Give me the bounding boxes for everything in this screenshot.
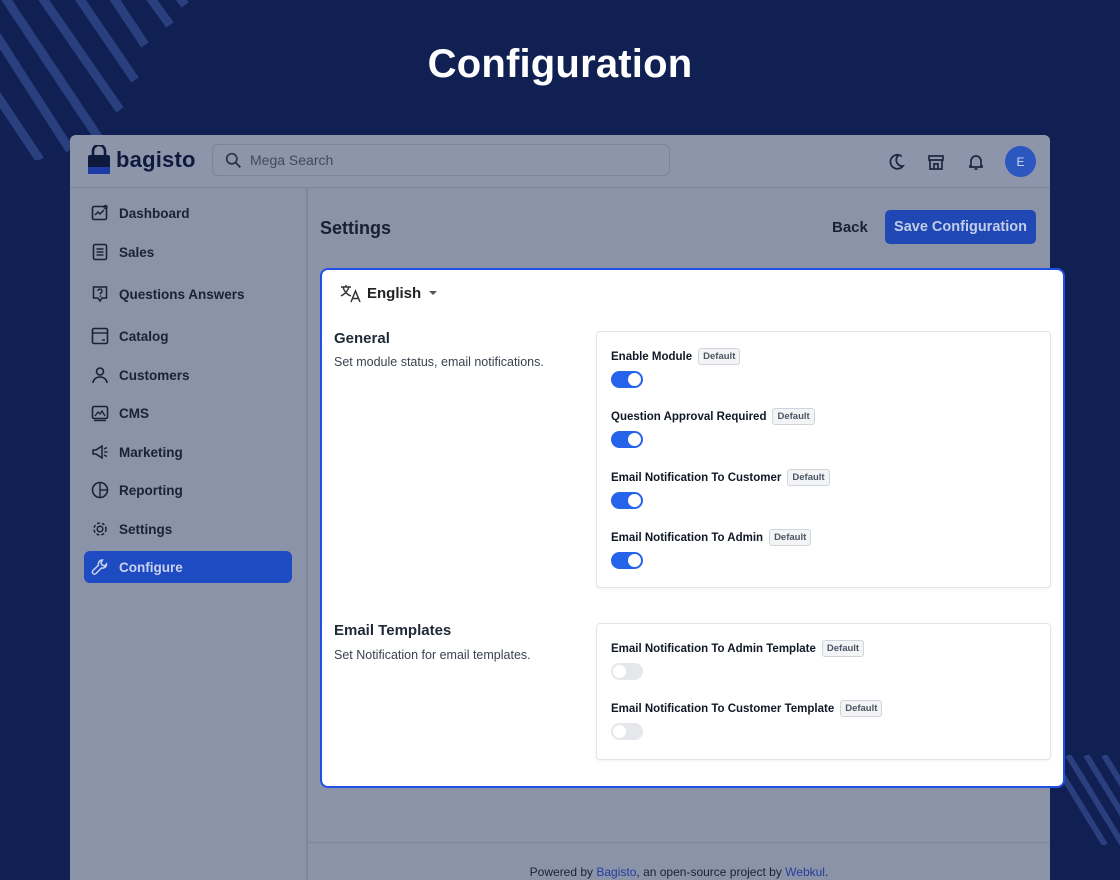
dashboard-icon <box>91 204 109 222</box>
admin-template-toggle[interactable] <box>611 663 643 680</box>
enable-module-field: Enable Module Default <box>611 348 741 388</box>
logo-text: bagisto <box>116 147 196 172</box>
translate-icon <box>340 285 361 303</box>
email-templates-description: Set Notification for email templates. <box>334 648 531 662</box>
general-description: Set module status, email notifications. <box>334 355 544 369</box>
language-label: English <box>367 284 422 302</box>
customer-template-field: Email Notification To Customer Template D… <box>611 700 883 740</box>
sidebar-item-cms[interactable]: CMS <box>84 397 292 429</box>
wrench-icon <box>91 558 109 576</box>
default-badge: Default <box>698 348 741 365</box>
email-admin-toggle[interactable] <box>611 552 643 569</box>
settings-title: Settings <box>320 218 392 238</box>
footer: Powered by Bagisto, an open-source proje… <box>529 865 829 879</box>
email-templates-card: Email Notification To Admin Template Defa… <box>596 623 1051 760</box>
customer-template-toggle[interactable] <box>611 723 643 740</box>
sidebar-item-marketing[interactable]: Marketing <box>84 436 292 468</box>
megaphone-icon <box>91 443 109 461</box>
top-icons: E <box>885 146 1036 177</box>
question-icon <box>91 285 109 303</box>
admin-template-field: Email Notification To Admin Template Defa… <box>611 640 865 680</box>
gear-icon <box>91 520 109 538</box>
sidebar-item-configure[interactable]: Configure <box>84 551 292 583</box>
moon-icon[interactable] <box>885 151 907 173</box>
search-placeholder: Mega Search <box>250 152 334 168</box>
shopping-bag-icon <box>88 145 110 174</box>
email-customer-field: Email Notification To Customer Default <box>611 469 830 509</box>
sidebar-item-dashboard[interactable]: Dashboard <box>84 197 292 229</box>
language-selector[interactable]: English <box>340 283 440 303</box>
sidebar-item-questions-answers[interactable]: Questions Answers <box>84 278 292 310</box>
email-templates-title: Email Templates <box>334 622 452 639</box>
search-icon <box>225 152 241 168</box>
email-customer-toggle[interactable] <box>611 492 643 509</box>
caret-down-icon <box>429 291 438 295</box>
footer-divider <box>308 842 1050 843</box>
bell-icon[interactable] <box>965 151 987 173</box>
sidebar-item-sales[interactable]: Sales <box>84 236 292 268</box>
user-avatar[interactable]: E <box>1005 146 1036 177</box>
sidebar-item-customers[interactable]: Customers <box>84 359 292 391</box>
store-icon[interactable] <box>925 151 947 173</box>
question-approval-field: Question Approval Required Default <box>611 408 815 448</box>
webkul-link[interactable]: Webkul <box>785 865 825 879</box>
page-title: Configuration <box>427 42 693 86</box>
save-configuration-button[interactable]: Save Configuration <box>885 210 1036 244</box>
top-bar: bagisto Mega Search E <box>70 135 1050 188</box>
sidebar-item-catalog[interactable]: Catalog <box>84 320 292 352</box>
reporting-icon <box>91 481 109 499</box>
bagisto-logo[interactable]: bagisto <box>87 145 196 175</box>
configuration-panel: English General Set module status, email… <box>320 268 1065 788</box>
bagisto-link[interactable]: Bagisto <box>596 865 636 879</box>
default-badge: Default <box>769 529 812 546</box>
sales-icon <box>91 243 109 261</box>
catalog-icon <box>91 327 109 345</box>
general-title: General <box>334 330 390 347</box>
sidebar-item-settings[interactable]: Settings <box>84 513 292 545</box>
general-card: Enable Module Default Question Approval R… <box>596 331 1051 588</box>
default-badge: Default <box>772 408 815 425</box>
question-approval-toggle[interactable] <box>611 431 643 448</box>
sidebar-item-reporting[interactable]: Reporting <box>84 474 292 506</box>
default-badge: Default <box>821 640 865 657</box>
customers-icon <box>91 366 109 384</box>
cms-icon <box>91 404 109 422</box>
sidebar: Dashboard Sales Questions Answers Catalo… <box>70 188 308 880</box>
mega-search-input[interactable]: Mega Search <box>212 144 670 176</box>
back-button[interactable]: Back <box>832 219 868 236</box>
default-badge: Default <box>787 469 830 486</box>
default-badge: Default <box>840 700 883 717</box>
email-admin-field: Email Notification To Admin Default <box>611 529 812 569</box>
enable-module-toggle[interactable] <box>611 371 643 388</box>
